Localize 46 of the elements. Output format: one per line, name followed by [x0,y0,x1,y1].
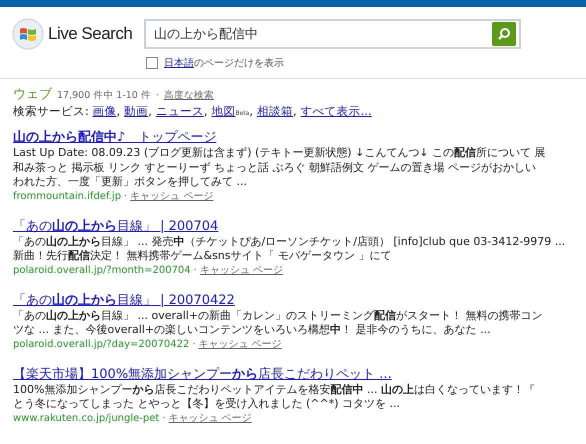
windows-logo-icon [12,18,44,50]
cache-link[interactable]: キャッシュ ページ [200,264,284,278]
result-url: frommountain.ifdef.jp [13,190,122,204]
section-title: ウェブ [13,86,52,103]
cache-link[interactable]: キャッシュ ページ [198,338,282,352]
comma-separator: , [249,104,253,118]
service-link[interactable]: 画像 [92,104,117,119]
result-url: polaroid.overall.jp/?day=20070422 [13,338,190,352]
result-snippet: 100%無添加シャンプーから店長こだわりペットアイテムを格安配信中 ... 山の上は白くなっています！『 [13,382,536,397]
result-snippet: 新曲！先行配信決定！ 無料携帯ゲーム&snsサイト「 モバゲータウン 」にて [13,249,393,264]
separator-dot: · [162,412,166,426]
separator-dot: · [194,264,197,278]
checkbox[interactable] [146,57,158,69]
cache-link[interactable]: キャッシュ ページ [168,412,252,426]
comma-separator: , [148,104,152,118]
comma-separator: , [293,104,297,118]
result-url: polaroid.overall.jp/?month=200704 [13,264,191,278]
result-count: 17,900 件中 1-10 件 [57,89,151,102]
result-snippet: 和み茶っと 掲示板 リンク すとーりーず ちょっと話 ぶろぐ 朝鮮語例文 ゲームの置き場 ページがおかしい [13,160,537,175]
comma-separator: , [116,104,120,118]
result-snippet: ツな ... また、今後overall+の楽しいコンテンツをいろいろ構想中！ 是非今のうちに、あなた ... [13,323,492,338]
services-label: 検索サービス: [13,104,90,119]
comma-separator: , [204,104,208,118]
advanced-search-link[interactable]: 高度な検索 [164,89,214,102]
result-snippet: とう冬になってしまった とやっと【冬】を受け入れました (^^*) コタツを ... [13,397,401,412]
separator-dot: · [156,90,159,101]
language-link[interactable]: 日本語 [164,58,194,69]
search-button[interactable] [492,22,516,46]
search-icon [497,27,511,41]
logo-text: Live Search [48,24,132,44]
separator-dot: · [124,190,128,204]
result-snippet: Last Up Date: 08.09.23 (ブログ更新は含まず) (テキトー更新状態) ↓こんてんつ↓ この配信所について 展 [13,146,547,160]
service-link[interactable]: すべて表示... [300,104,372,119]
search-field[interactable]: 山の上から配信中 [144,19,521,49]
result-snippet: われた方、一度「更新」ボタンを押してみて ... [13,175,248,190]
language-filter-label: 日本語のページだけを表示 [164,56,284,70]
result-snippet: 「あの山の上から目線」 ... 発売中（チケットぴあ/ローソンチケット/店頭） [info]club que 03-3412-9979 ... [13,234,566,249]
separator-dot: · [192,338,196,352]
service-link[interactable]: 相談箱 [257,104,293,119]
result-snippet: 「あの山の上から目線」 ... overall+の新曲「カレン」のストリーミング配信がスタート！ 無料の携帯コン [13,308,544,323]
search-input[interactable]: 山の上から配信中 [152,26,492,42]
service-link[interactable]: 動画 [124,104,148,119]
service-link[interactable]: ニュース [156,104,204,119]
service-link[interactable]: 地図 [212,104,236,119]
cache-link[interactable]: キャッシュ ページ [130,190,214,204]
result-url: www.rakuten.co.jp/jungle-pet [13,412,160,426]
